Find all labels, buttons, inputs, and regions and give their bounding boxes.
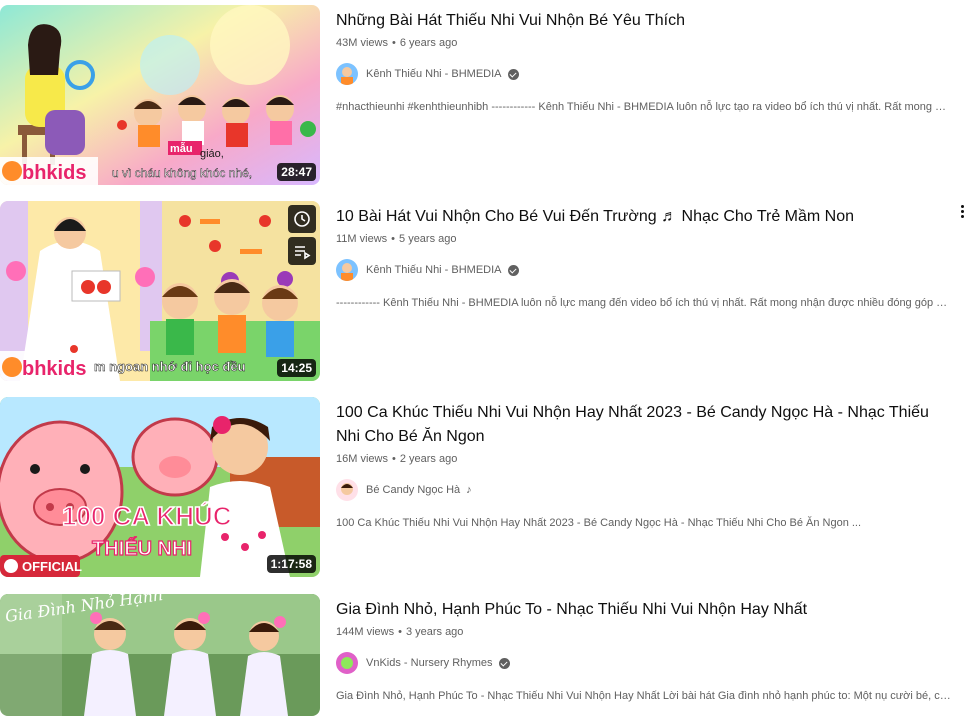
view-count: 11M views <box>336 233 388 245</box>
thumb-headline-2: THIẾU NHI <box>92 537 192 560</box>
channel-avatar[interactable] <box>336 63 358 85</box>
more-vert-icon[interactable] <box>955 203 968 223</box>
video-thumbnail[interactable]: mẫu giáo, u vì cháu không khóc nhé, bhki… <box>0 5 320 185</box>
channel-avatar[interactable] <box>336 652 358 674</box>
video-title[interactable]: Những Bài Hát Thiếu Nhi Vui Nhộn Bé Yêu … <box>336 9 946 33</box>
add-to-queue-button[interactable] <box>288 237 316 265</box>
upload-age: 6 years ago <box>399 37 458 49</box>
video-title[interactable]: 10 Bài Hát Vui Nhộn Cho Bé Vui Đến Trườn… <box>336 205 946 229</box>
thumb-subtitle: m ngoan nhớ đi học đều <box>94 359 246 374</box>
music-note-icon: ♪ <box>466 484 472 496</box>
channel-avatar[interactable] <box>336 259 358 281</box>
duration-badge: 14:25 <box>277 359 316 377</box>
thumbnail-art-2: bhkids m ngoan nhớ đi học đều <box>0 201 320 381</box>
separator: • <box>391 453 396 465</box>
channel-name[interactable]: Kênh Thiếu Nhi - BHMEDIA <box>366 68 502 80</box>
separator: • <box>391 233 396 245</box>
verified-badge-icon <box>498 657 510 669</box>
upload-age: 2 years ago <box>399 453 458 465</box>
channel-link[interactable]: Kênh Thiếu Nhi - BHMEDIA <box>336 63 946 85</box>
watch-later-button[interactable] <box>288 205 316 233</box>
channel-name[interactable]: Bé Candy Ngọc Hà <box>366 484 460 496</box>
verified-badge-icon <box>507 264 519 276</box>
thumb-subtitle-b: giáo, <box>200 148 224 160</box>
view-count: 16M views <box>336 453 388 465</box>
thumb-subtitle-c: u vì cháu không khóc nhé, <box>112 166 252 180</box>
video-description: 100 Ca Khúc Thiếu Nhi Vui Nhộn Hay Nhất … <box>336 517 862 529</box>
video-thumbnail[interactable]: 100 CA KHÚC THIẾU NHI OFFICIAL 1:17:58 <box>0 397 320 577</box>
separator: • <box>391 37 396 49</box>
video-stats: 144M views • 3 years ago <box>336 624 946 640</box>
video-stats: 43M views • 6 years ago <box>336 35 946 51</box>
verified-badge-icon <box>507 68 519 80</box>
channel-avatar[interactable] <box>336 479 358 501</box>
thumb-channel-logo: bhkids <box>22 162 86 184</box>
view-count: 144M views <box>336 626 395 638</box>
video-description: #nhacthieunhi #kenhthieunhibh ----------… <box>336 101 952 113</box>
channel-name[interactable]: Kênh Thiếu Nhi - BHMEDIA <box>366 264 502 276</box>
clock-icon <box>294 211 310 227</box>
channel-link[interactable]: Kênh Thiếu Nhi - BHMEDIA <box>336 259 946 281</box>
channel-link[interactable]: VnKids - Nursery Rhymes <box>336 652 946 674</box>
upload-age: 5 years ago <box>399 233 457 245</box>
duration-badge: 1:17:58 <box>266 555 316 573</box>
channel-link[interactable]: Bé Candy Ngọc Hà ♪ <box>336 479 946 501</box>
thumb-channel-logo: bhkids <box>22 358 86 380</box>
thumb-headline: 100 CA KHÚC <box>62 501 232 531</box>
video-stats: 16M views • 2 years ago <box>336 451 946 467</box>
video-description: ------------ Kênh Thiếu Nhi - BHMEDIA lu… <box>336 297 952 309</box>
channel-name[interactable]: VnKids - Nursery Rhymes <box>366 657 493 669</box>
video-title[interactable]: 100 Ca Khúc Thiếu Nhi Vui Nhộn Hay Nhất … <box>336 401 946 449</box>
video-description: Gia Đình Nhỏ, Hạnh Phúc To - Nhạc Thiếu … <box>336 690 952 702</box>
separator: • <box>398 626 402 638</box>
video-thumbnail[interactable]: bhkids m ngoan nhớ đi học đều 14:25 <box>0 201 320 381</box>
thumbnail-art-3: 100 CA KHÚC THIẾU NHI OFFICIAL <box>0 397 320 577</box>
thumb-official-badge: OFFICIAL <box>22 559 82 574</box>
upload-age: 3 years ago <box>405 626 464 638</box>
video-title[interactable]: Gia Đình Nhỏ, Hạnh Phúc To - Nhạc Thiếu … <box>336 598 946 622</box>
thumbnail-art-4: Gia Đình Nhỏ Hạnh <box>0 594 320 716</box>
duration-badge: 28:47 <box>277 163 316 181</box>
view-count: 43M views <box>336 37 388 49</box>
video-thumbnail[interactable]: Gia Đình Nhỏ Hạnh <box>0 594 320 716</box>
video-stats: 11M views • 5 years ago <box>336 231 946 247</box>
thumbnail-art-1: mẫu giáo, u vì cháu không khóc nhé, bhki… <box>0 5 320 185</box>
thumb-subtitle-a: mẫu <box>170 142 193 155</box>
add-to-queue-icon <box>295 246 311 260</box>
